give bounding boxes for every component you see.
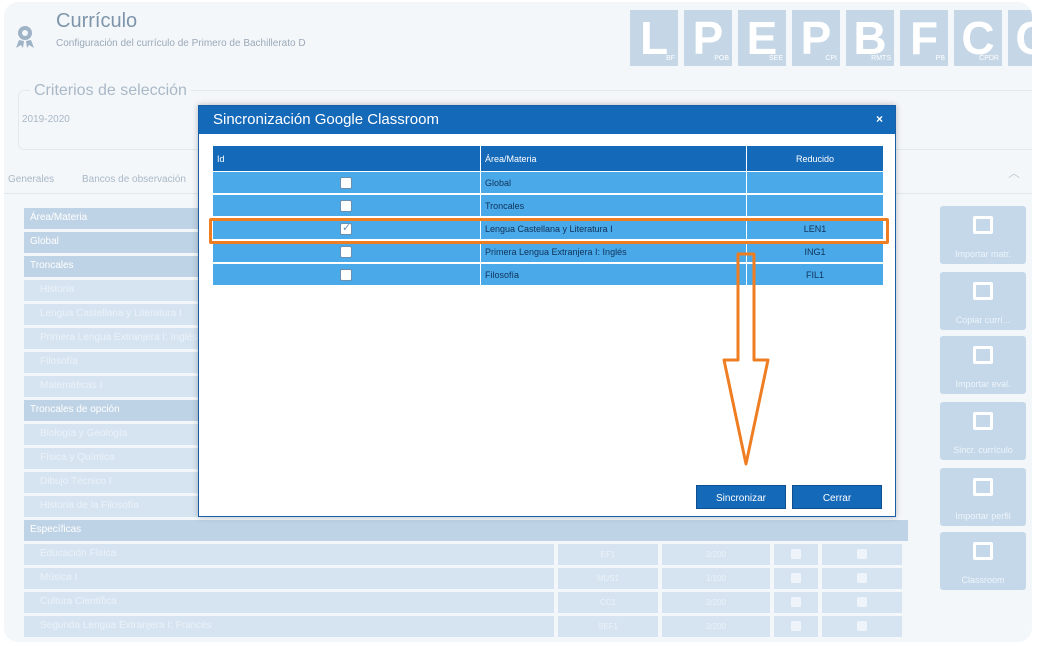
value-cell: 2/200 xyxy=(662,616,770,637)
column-header-subject[interactable]: Área/Materia xyxy=(481,146,747,171)
screenshot-frame: Currículo Configuración del currículo de… xyxy=(0,0,1038,648)
id-cell xyxy=(213,172,481,193)
close-icon[interactable]: × xyxy=(876,112,883,126)
short-cell xyxy=(747,195,883,216)
logo-tile[interactable]: F PB xyxy=(900,10,948,66)
import-matr-button[interactable]: Importar matr. xyxy=(940,206,1026,264)
subject-cell: Troncales xyxy=(481,195,747,216)
value-cell: 2/200 xyxy=(662,592,770,613)
logo-tile[interactable]: P POB xyxy=(684,10,732,66)
module-logos: LBF PPOB ESEE PCPI BRMTS FPB CCPDR CCS xyxy=(630,10,1032,66)
tab-bancos-observacion[interactable]: Bancos de observación xyxy=(82,174,186,185)
id-cell xyxy=(213,195,481,216)
page-title: Currículo xyxy=(56,10,138,32)
code-cell: CC1 xyxy=(558,592,658,613)
row-checkbox[interactable] xyxy=(857,549,867,559)
column-header-short[interactable]: Reducido xyxy=(747,146,883,171)
row-checkbox[interactable] xyxy=(857,621,867,631)
classroom-icon xyxy=(973,542,993,560)
check-cell xyxy=(774,592,818,613)
import-icon xyxy=(973,216,993,234)
criteria-legend: Criterios de selección xyxy=(30,82,191,100)
year-select[interactable]: 2019-2020 xyxy=(22,114,70,125)
dialog-title: Sincronización Google Classroom xyxy=(213,111,439,128)
value-cell: 1/100 xyxy=(662,568,770,589)
sync-button[interactable]: Sincronizar xyxy=(696,485,786,509)
chevron-up-icon[interactable]: ︿ xyxy=(1008,164,1020,181)
highlight-box xyxy=(209,218,889,244)
logo-tile[interactable]: L BF xyxy=(630,10,678,66)
down-arrow-annotation xyxy=(722,252,770,466)
check-cell xyxy=(822,592,902,613)
row-checkbox[interactable] xyxy=(340,246,352,258)
code-cell: EF1 xyxy=(558,544,658,565)
row-checkbox[interactable] xyxy=(791,549,801,559)
sync-icon xyxy=(973,412,993,430)
logo-tile[interactable]: C CPDR xyxy=(954,10,1002,66)
row-checkbox[interactable] xyxy=(340,200,352,212)
row-checkbox[interactable] xyxy=(791,597,801,607)
table-row[interactable]: Filosofía FIL1 xyxy=(213,264,883,286)
dialog-header: Sincronización Google Classroom × xyxy=(199,106,895,134)
table-row[interactable]: Educación Física xyxy=(24,544,554,565)
id-cell xyxy=(213,264,481,285)
sync-classroom-dialog: Sincronización Google Classroom × Id Áre… xyxy=(198,105,896,517)
table-row[interactable]: Cultura Científica xyxy=(24,592,554,613)
close-button[interactable]: Cerrar xyxy=(792,485,882,509)
table-row[interactable]: Primera Lengua Extranjera I: Inglés ING1 xyxy=(213,241,883,263)
table-row[interactable]: Específicas xyxy=(24,520,908,541)
table-row[interactable]: Segunda Lengua Extranjera I: Francés xyxy=(24,616,554,637)
column-header-id[interactable]: Id xyxy=(213,146,481,171)
check-cell xyxy=(822,568,902,589)
app-window: Currículo Configuración del currículo de… xyxy=(4,2,1032,642)
copy-curriculum-button[interactable]: Copiar currí... xyxy=(940,272,1026,330)
row-checkbox[interactable] xyxy=(857,597,867,607)
subject-cell: Primera Lengua Extranjera I: Inglés xyxy=(481,241,747,262)
code-cell: SEF1 xyxy=(558,616,658,637)
row-checkbox[interactable] xyxy=(340,177,352,189)
logo-tile[interactable]: E SEE xyxy=(738,10,786,66)
classroom-button[interactable]: Classroom xyxy=(940,532,1026,590)
logo-tile[interactable]: CCS xyxy=(1008,10,1032,66)
subject-cell: Global xyxy=(481,172,747,193)
check-cell xyxy=(822,616,902,637)
import-eval-button[interactable]: Importar eval. xyxy=(940,336,1026,394)
logo-tile[interactable]: B RMTS xyxy=(846,10,894,66)
row-checkbox[interactable] xyxy=(340,269,352,281)
row-checkbox[interactable] xyxy=(791,621,801,631)
import-icon xyxy=(973,478,993,496)
table-row[interactable]: Global xyxy=(213,172,883,194)
tab-generales[interactable]: Generales xyxy=(8,174,54,185)
check-cell xyxy=(774,616,818,637)
short-cell xyxy=(747,172,883,193)
import-icon xyxy=(973,346,993,364)
id-cell xyxy=(213,241,481,262)
sync-curriculum-button[interactable]: Sincr. currículo xyxy=(940,402,1026,460)
row-checkbox[interactable] xyxy=(857,573,867,583)
check-cell xyxy=(774,568,818,589)
value-cell: 2/200 xyxy=(662,544,770,565)
subject-cell: Filosofía xyxy=(481,264,747,285)
check-cell xyxy=(774,544,818,565)
table-header: Id Área/Materia Reducido xyxy=(213,146,883,172)
copy-icon xyxy=(973,282,993,300)
logo-tile[interactable]: P CPI xyxy=(792,10,840,66)
page-subtitle: Configuración del currículo de Primero d… xyxy=(56,38,306,49)
row-checkbox[interactable] xyxy=(791,573,801,583)
import-profile-button[interactable]: Importar perfil xyxy=(940,468,1026,526)
table-row[interactable]: Troncales xyxy=(213,195,883,217)
check-cell xyxy=(822,544,902,565)
code-cell: MUS1 xyxy=(558,568,658,589)
gear-icon xyxy=(16,26,34,48)
table-row[interactable]: Música I xyxy=(24,568,554,589)
